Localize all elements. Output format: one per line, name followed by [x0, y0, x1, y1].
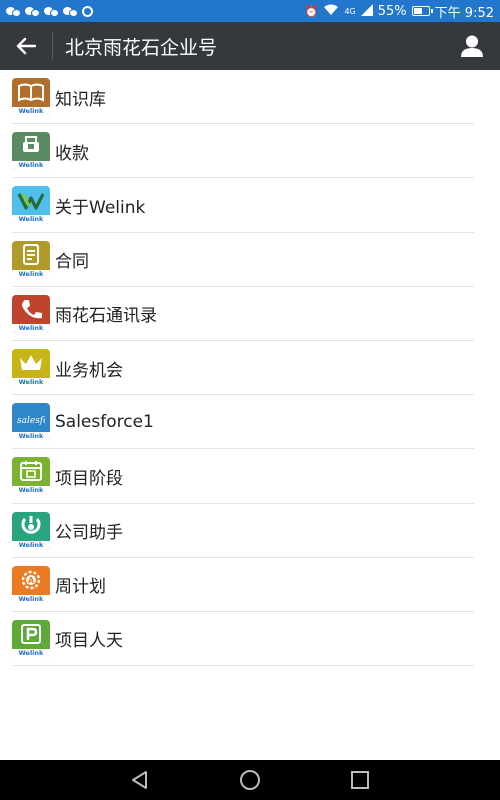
- clock: 下午 9:52: [434, 5, 494, 21]
- welink-tag: Welink: [12, 432, 50, 442]
- nav-recents-button[interactable]: [305, 760, 415, 800]
- crown-icon: Welink: [12, 349, 50, 388]
- battery-icon: [411, 6, 433, 16]
- back-arrow-icon: [16, 37, 36, 55]
- welink-tag: Welink: [12, 323, 50, 333]
- user-profile-button[interactable]: [444, 22, 500, 70]
- app-list: Welink 知识库 Welink 收款 Welink 关于Welink Wel…: [0, 70, 500, 667]
- book-icon: Welink: [12, 78, 50, 117]
- title-bar: 北京雨花石企业号: [0, 22, 500, 70]
- payment-icon: Welink: [12, 132, 50, 171]
- wechat-notification-icon: [25, 6, 40, 17]
- nav-back-button[interactable]: [85, 760, 195, 800]
- item-label: Salesforce1: [55, 412, 154, 433]
- item-label: 知识库: [55, 89, 106, 110]
- list-item-business-opportunity[interactable]: Welink 业务机会: [0, 341, 500, 396]
- salesforce-icon: salesforce Welink: [12, 403, 50, 442]
- welink-tag: Welink: [12, 594, 50, 604]
- welink-tag: Welink: [12, 269, 50, 279]
- list-item-weekly-plan[interactable]: A Welink 周计划: [0, 558, 500, 613]
- system-nav-bar: [0, 760, 500, 800]
- sync-icon: [82, 5, 93, 17]
- welink-tag: Welink: [12, 378, 50, 388]
- parking-p-icon: Welink: [12, 619, 50, 658]
- list-item-salesforce1[interactable]: salesforce Welink Salesforce1: [0, 395, 500, 450]
- item-label: 周计划: [55, 577, 106, 598]
- list-item-knowledge-base[interactable]: Welink 知识库: [0, 70, 500, 125]
- item-label: 收款: [55, 143, 89, 164]
- welink-tag: Welink: [12, 215, 50, 225]
- wechat-notification-icon: [63, 6, 78, 17]
- battery-percent: 55%: [377, 3, 407, 19]
- item-label: 业务机会: [55, 360, 123, 381]
- nav-back-icon: [132, 771, 147, 789]
- wechat-notification-icon: [44, 6, 59, 17]
- welink-tag: Welink: [12, 161, 50, 171]
- item-label: 合同: [55, 252, 89, 273]
- item-label: 项目阶段: [55, 468, 123, 489]
- gear-plan-icon: A Welink: [12, 565, 50, 604]
- welink-logo-icon: Welink: [12, 186, 50, 225]
- calendar-icon: Welink: [12, 457, 50, 496]
- back-button[interactable]: [0, 22, 52, 70]
- list-item-about-welink[interactable]: Welink 关于Welink: [0, 178, 500, 233]
- list-item-project-man-days[interactable]: Welink 项目人天: [0, 612, 500, 667]
- welink-tag: Welink: [12, 107, 50, 117]
- list-item-address-book[interactable]: Welink 雨花石通讯录: [0, 287, 500, 342]
- welink-tag: Welink: [12, 486, 50, 496]
- welink-tag: Welink: [12, 648, 50, 658]
- network-type: 4G: [344, 6, 356, 16]
- wifi-icon: [323, 4, 339, 18]
- page-title: 北京雨花石企业号: [65, 36, 218, 59]
- salesforce-logo-text: salesforce: [17, 416, 45, 426]
- alarm-icon: ⏰: [304, 4, 319, 18]
- user-profile-icon: [461, 35, 483, 57]
- phone-icon: Welink: [12, 294, 50, 333]
- status-bar: ⏰ 4G 55% 下午 9:52: [0, 0, 500, 22]
- item-label: 公司助手: [55, 523, 123, 544]
- list-item-contract[interactable]: Welink 合同: [0, 233, 500, 287]
- contract-icon: Welink: [12, 240, 50, 279]
- list-item-project-stage[interactable]: Welink 项目阶段: [0, 449, 500, 504]
- assistant-icon: Welink: [12, 511, 50, 550]
- notification-icons: [6, 5, 93, 17]
- nav-home-icon: [240, 770, 260, 790]
- welink-tag: Welink: [12, 540, 50, 550]
- item-label: 关于Welink: [55, 197, 146, 218]
- item-label: 雨花石通讯录: [55, 306, 157, 327]
- item-label: 项目人天: [55, 631, 123, 652]
- svg-text:A: A: [28, 576, 35, 585]
- nav-recents-icon: [351, 771, 369, 789]
- wechat-notification-icon: [6, 6, 21, 17]
- list-item-company-assistant[interactable]: Welink 公司助手: [0, 504, 500, 558]
- signal-icon: [360, 4, 373, 18]
- nav-home-button[interactable]: [195, 760, 305, 800]
- list-item-payment[interactable]: Welink 收款: [0, 124, 500, 179]
